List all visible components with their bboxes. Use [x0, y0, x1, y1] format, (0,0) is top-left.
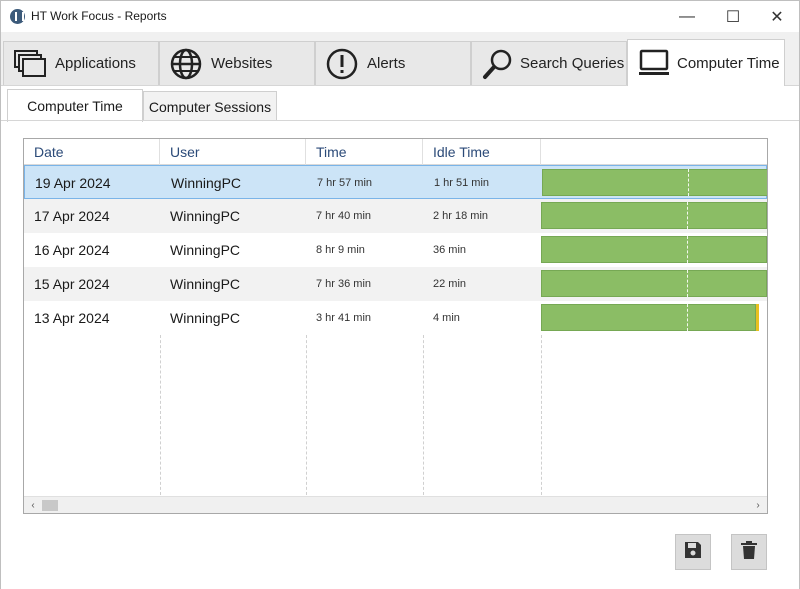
- applications-icon: [14, 48, 46, 80]
- table-row[interactable]: 16 Apr 2024 WinningPC 8 hr 9 min 36 min: [24, 233, 767, 267]
- app-logo-icon: [10, 9, 25, 24]
- minimize-button[interactable]: —: [664, 1, 710, 32]
- column-timeline: [541, 139, 767, 165]
- user-cell: WinningPC: [170, 276, 241, 292]
- trash-icon: [741, 540, 757, 564]
- tab-search-queries[interactable]: Search Queries: [471, 41, 627, 85]
- usage-bar-end-marker: [756, 304, 759, 331]
- idle-time-cell: 2 hr 18 min: [433, 210, 489, 222]
- tab-applications[interactable]: Applications: [3, 41, 159, 85]
- search-icon: [482, 48, 514, 80]
- tab-alerts[interactable]: Alerts: [315, 41, 471, 85]
- maximize-button[interactable]: ☐: [710, 1, 756, 32]
- idle-time-cell: 36 min: [433, 244, 467, 256]
- date-cell: 19 Apr 2024: [35, 175, 111, 191]
- table-row[interactable]: 17 Apr 2024 WinningPC 7 hr 40 min 2 hr 18 m…: [24, 199, 767, 233]
- idle-time-cell: 4 min: [433, 312, 460, 324]
- timeline-cell: [541, 270, 767, 297]
- timeline-cell: [541, 202, 767, 229]
- subtab-computer-time[interactable]: Computer Time: [7, 89, 143, 122]
- usage-bar: [541, 202, 767, 229]
- tab-applications-label: Applications: [55, 55, 136, 72]
- column-user[interactable]: User: [160, 139, 306, 165]
- scroll-left-arrow-icon[interactable]: ‹: [26, 497, 40, 513]
- save-icon: [684, 541, 702, 564]
- horizontal-scrollbar[interactable]: ‹ ›: [24, 496, 767, 513]
- user-cell: WinningPC: [170, 242, 241, 258]
- time-cell: 7 hr 40 min: [316, 210, 372, 222]
- timeline-midline: [687, 270, 688, 297]
- usage-bar: [542, 169, 767, 196]
- scroll-right-arrow-icon[interactable]: ›: [751, 497, 765, 513]
- usage-bar: [541, 236, 767, 263]
- usage-bar: [541, 270, 767, 297]
- tab-computer-time-label: Computer Time: [677, 54, 780, 72]
- main-tab-bar: Applications Websites Alerts Search Quer…: [1, 39, 799, 86]
- column-date[interactable]: Date: [24, 139, 160, 165]
- date-cell: 16 Apr 2024: [34, 242, 110, 258]
- time-cell: 7 hr 36 min: [316, 278, 372, 290]
- globe-icon: [170, 48, 202, 80]
- timeline-midline: [687, 236, 688, 263]
- column-idle-time[interactable]: Idle Time: [423, 139, 541, 165]
- column-separator: [541, 335, 542, 495]
- table-row[interactable]: 13 Apr 2024 WinningPC 3 hr 41 min 4 min: [24, 301, 767, 335]
- sub-tab-bar: Computer Time Computer Sessions: [1, 86, 799, 122]
- user-cell: WinningPC: [170, 310, 241, 326]
- column-time[interactable]: Time: [306, 139, 423, 165]
- table-row[interactable]: 19 Apr 2024 WinningPC 7 hr 57 min 1 hr 51 m…: [24, 165, 767, 199]
- window-title: HT Work Focus - Reports: [31, 9, 167, 23]
- alert-icon: [326, 48, 358, 80]
- tab-alerts-label: Alerts: [367, 55, 406, 72]
- user-cell: WinningPC: [170, 208, 241, 224]
- table-row[interactable]: 15 Apr 2024 WinningPC 7 hr 36 min 22 min: [24, 267, 767, 301]
- timeline-midline: [687, 202, 688, 229]
- tab-websites-label: Websites: [211, 55, 273, 72]
- time-cell: 3 hr 41 min: [316, 312, 372, 324]
- subtab-computer-sessions[interactable]: Computer Sessions: [143, 91, 277, 121]
- delete-button[interactable]: [731, 534, 767, 570]
- tab-websites[interactable]: Websites: [159, 41, 315, 85]
- scrollbar-thumb[interactable]: [42, 500, 58, 511]
- reports-window: HT Work Focus - Reports — ☐ ✕ Applicatio…: [0, 0, 800, 589]
- column-separator: [423, 335, 424, 495]
- usage-bar: [541, 304, 756, 331]
- date-cell: 17 Apr 2024: [34, 208, 110, 224]
- date-cell: 15 Apr 2024: [34, 276, 110, 292]
- timeline-cell: [541, 236, 767, 263]
- date-cell: 13 Apr 2024: [34, 310, 110, 326]
- report-content: Computer Time Computer Sessions Date Use…: [1, 85, 799, 589]
- timeline-midline: [688, 169, 689, 196]
- timeline-midline: [687, 304, 688, 331]
- timeline-cell: [541, 304, 767, 331]
- laptop-icon: [638, 47, 670, 79]
- table-header: Date User Time Idle Time: [24, 139, 767, 165]
- title-bar: HT Work Focus - Reports — ☐ ✕: [1, 1, 799, 32]
- timeline-cell: [542, 169, 767, 196]
- idle-time-cell: 22 min: [433, 278, 467, 290]
- time-cell: 8 hr 9 min: [316, 244, 365, 256]
- time-cell: 7 hr 57 min: [317, 177, 373, 189]
- tab-search-queries-label: Search Queries: [520, 55, 625, 72]
- tab-computer-time[interactable]: Computer Time: [627, 39, 785, 86]
- sub-tab-divider: [1, 120, 799, 121]
- save-button[interactable]: [675, 534, 711, 570]
- computer-time-table[interactable]: Date User Time Idle Time 19 Apr 2024 Winn…: [23, 138, 768, 514]
- close-button[interactable]: ✕: [754, 1, 800, 32]
- column-separator: [160, 335, 161, 495]
- column-separator: [306, 335, 307, 495]
- user-cell: WinningPC: [171, 175, 242, 191]
- idle-time-cell: 1 hr 51 min: [434, 177, 490, 189]
